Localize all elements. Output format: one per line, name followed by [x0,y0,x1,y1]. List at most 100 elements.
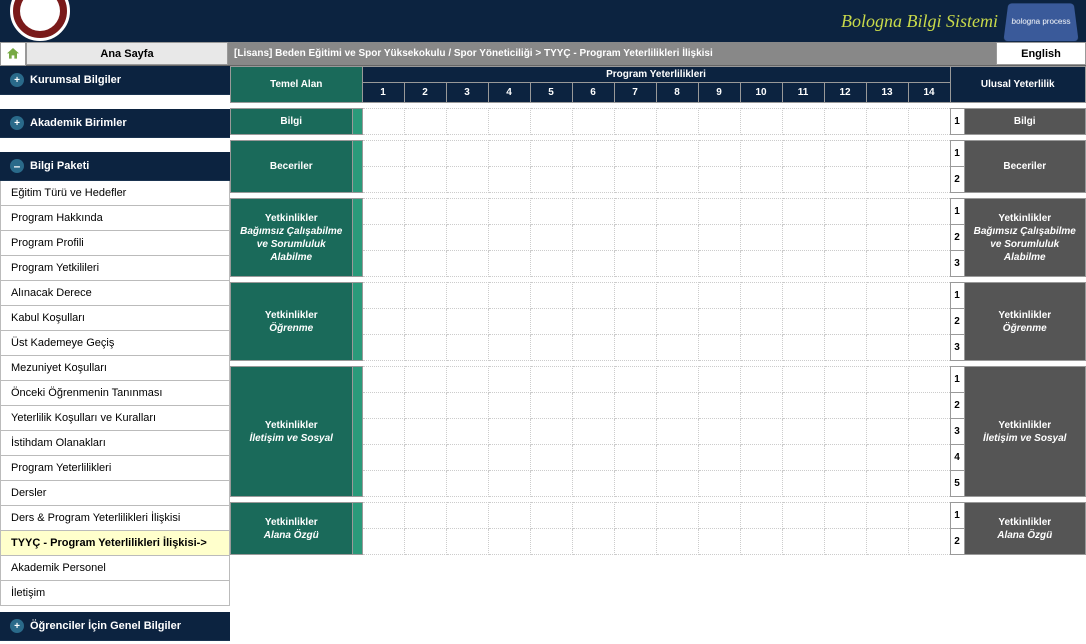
cell-0-0-9[interactable] [740,109,782,135]
cell-4-1-7[interactable] [656,393,698,419]
cell-3-2-9[interactable] [740,335,782,361]
cell-1-1-5[interactable] [572,167,614,193]
cell-4-0-11[interactable] [824,367,866,393]
cell-5-1-0[interactable] [362,529,404,555]
cell-3-0-2[interactable] [446,283,488,309]
cell-2-0-1[interactable] [404,199,446,225]
cell-5-1-11[interactable] [824,529,866,555]
sidebar-item-3[interactable]: Program Yetkilileri [0,256,230,281]
cell-4-0-12[interactable] [866,367,908,393]
cell-2-0-11[interactable] [824,199,866,225]
cell-5-1-13[interactable] [908,529,950,555]
cell-2-2-3[interactable] [488,251,530,277]
cell-4-3-11[interactable] [824,445,866,471]
cell-5-1-7[interactable] [656,529,698,555]
cell-3-2-0[interactable] [362,335,404,361]
cell-2-0-0[interactable] [362,199,404,225]
cell-2-2-6[interactable] [614,251,656,277]
cell-4-1-13[interactable] [908,393,950,419]
cell-2-2-0[interactable] [362,251,404,277]
cell-3-2-11[interactable] [824,335,866,361]
cell-5-1-9[interactable] [740,529,782,555]
cell-3-0-8[interactable] [698,283,740,309]
cell-4-1-10[interactable] [782,393,824,419]
cell-4-0-4[interactable] [530,367,572,393]
cell-5-1-2[interactable] [446,529,488,555]
cell-4-1-9[interactable] [740,393,782,419]
cell-2-2-10[interactable] [782,251,824,277]
cell-3-2-8[interactable] [698,335,740,361]
cell-4-3-10[interactable] [782,445,824,471]
cell-3-0-1[interactable] [404,283,446,309]
cell-2-1-8[interactable] [698,225,740,251]
cell-0-0-11[interactable] [824,109,866,135]
cell-2-1-13[interactable] [908,225,950,251]
cell-3-2-6[interactable] [614,335,656,361]
cell-4-4-9[interactable] [740,471,782,497]
sidebar-item-6[interactable]: Üst Kademeye Geçiş [0,331,230,356]
cell-4-3-2[interactable] [446,445,488,471]
cell-5-1-12[interactable] [866,529,908,555]
sidebar-item-16[interactable]: İletişim [0,581,230,606]
cell-2-1-11[interactable] [824,225,866,251]
cell-5-1-4[interactable] [530,529,572,555]
cell-4-4-6[interactable] [614,471,656,497]
cell-0-0-8[interactable] [698,109,740,135]
cell-4-3-13[interactable] [908,445,950,471]
sidebar-item-11[interactable]: Program Yeterlilikleri [0,456,230,481]
cell-4-0-13[interactable] [908,367,950,393]
cell-2-2-7[interactable] [656,251,698,277]
cell-2-2-4[interactable] [530,251,572,277]
cell-4-0-10[interactable] [782,367,824,393]
cell-3-2-5[interactable] [572,335,614,361]
cell-3-2-10[interactable] [782,335,824,361]
sidebar-section-1[interactable]: +Akademik Birimler [0,109,230,138]
cell-2-2-1[interactable] [404,251,446,277]
cell-2-0-13[interactable] [908,199,950,225]
cell-2-2-5[interactable] [572,251,614,277]
cell-4-1-3[interactable] [488,393,530,419]
cell-4-1-11[interactable] [824,393,866,419]
cell-4-4-12[interactable] [866,471,908,497]
cell-3-0-4[interactable] [530,283,572,309]
cell-3-0-0[interactable] [362,283,404,309]
cell-4-3-0[interactable] [362,445,404,471]
cell-2-2-8[interactable] [698,251,740,277]
cell-5-0-6[interactable] [614,503,656,529]
cell-4-2-10[interactable] [782,419,824,445]
cell-4-0-8[interactable] [698,367,740,393]
cell-3-2-1[interactable] [404,335,446,361]
cell-4-0-5[interactable] [572,367,614,393]
cell-4-3-3[interactable] [488,445,530,471]
cell-2-1-0[interactable] [362,225,404,251]
cell-4-2-2[interactable] [446,419,488,445]
cell-3-2-4[interactable] [530,335,572,361]
cell-4-0-1[interactable] [404,367,446,393]
cell-2-1-6[interactable] [614,225,656,251]
cell-2-1-3[interactable] [488,225,530,251]
cell-3-0-9[interactable] [740,283,782,309]
cell-2-0-7[interactable] [656,199,698,225]
cell-1-1-3[interactable] [488,167,530,193]
cell-3-0-6[interactable] [614,283,656,309]
cell-4-4-1[interactable] [404,471,446,497]
cell-4-3-8[interactable] [698,445,740,471]
cell-1-0-5[interactable] [572,141,614,167]
cell-2-0-12[interactable] [866,199,908,225]
cell-4-0-7[interactable] [656,367,698,393]
sidebar-footer-section[interactable]: + Öğrenciler İçin Genel Bilgiler [0,612,230,641]
cell-2-2-11[interactable] [824,251,866,277]
cell-1-1-7[interactable] [656,167,698,193]
cell-4-4-2[interactable] [446,471,488,497]
cell-4-2-1[interactable] [404,419,446,445]
cell-3-1-5[interactable] [572,309,614,335]
sidebar-item-4[interactable]: Alınacak Derece [0,281,230,306]
cell-5-1-1[interactable] [404,529,446,555]
sidebar-item-13[interactable]: Ders & Program Yeterlilikleri İlişkisi [0,506,230,531]
cell-1-0-13[interactable] [908,141,950,167]
cell-3-1-1[interactable] [404,309,446,335]
cell-4-4-13[interactable] [908,471,950,497]
cell-2-2-2[interactable] [446,251,488,277]
cell-0-0-5[interactable] [572,109,614,135]
cell-4-1-12[interactable] [866,393,908,419]
